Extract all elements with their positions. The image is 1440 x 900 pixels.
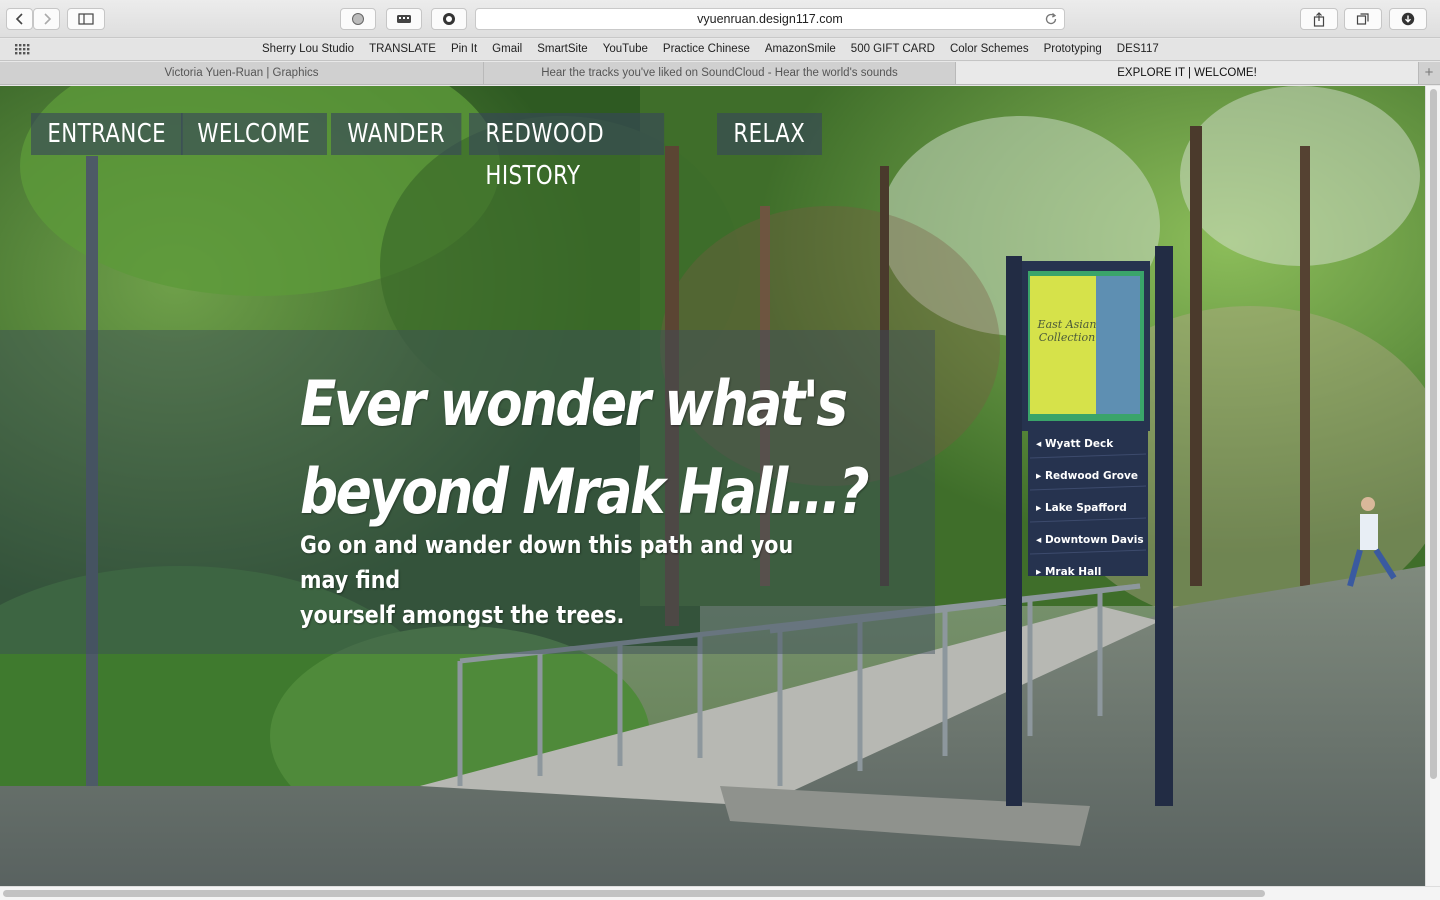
bookmark-translate[interactable]: TRANSLATE: [369, 43, 436, 55]
new-tab-button[interactable]: +: [1419, 62, 1439, 84]
hero-title-line1: Ever wonder what's: [300, 367, 848, 440]
downloads-button[interactable]: [1389, 8, 1427, 30]
tabs-overview-icon: [1356, 13, 1369, 25]
hero-title-line2: beyond Mrak Hall...?: [300, 455, 870, 528]
hero-title: Ever wonder what's beyond Mrak Hall...?: [300, 360, 902, 536]
sign-direction-downtown-davis: ◂ Downtown Davis: [1036, 534, 1144, 546]
bookmark-gmail[interactable]: Gmail: [492, 43, 522, 55]
chevron-right-icon: [43, 13, 51, 25]
bookmark-pin-it[interactable]: Pin It: [451, 43, 477, 55]
extension-button-3[interactable]: [431, 8, 467, 30]
bookmark-youtube[interactable]: YouTube: [603, 43, 648, 55]
keyboard-icon: [397, 15, 411, 23]
sign-direction-lake-spafford: ▸ Lake Spafford: [1036, 502, 1127, 514]
extension-button-2[interactable]: [386, 8, 422, 30]
sign-direction-redwood-grove: ▸ Redwood Grove: [1036, 470, 1138, 482]
sign-header: East Asian Collection: [1032, 318, 1102, 344]
bookmark-amazonsmile[interactable]: AmazonSmile: [765, 43, 836, 55]
extension-button-1[interactable]: [340, 8, 376, 30]
forward-button[interactable]: [33, 8, 60, 30]
horizontal-scrollbar[interactable]: [0, 886, 1440, 900]
chevron-left-icon: [15, 13, 23, 25]
share-icon: [1313, 11, 1325, 27]
share-button[interactable]: [1300, 8, 1338, 30]
tab-soundcloud[interactable]: Hear the tracks you've liked on SoundClo…: [484, 62, 956, 84]
nav-relax[interactable]: RELAX: [717, 113, 822, 155]
bookmark-500-gift-card[interactable]: 500 GIFT CARD: [851, 43, 935, 55]
top-sites-grid-icon[interactable]: [15, 44, 30, 55]
bookmark-prototyping[interactable]: Prototyping: [1044, 43, 1102, 55]
bookmark-smartsite[interactable]: SmartSite: [537, 43, 588, 55]
page-viewport: East Asian Collection ◂ Wyatt Deck ▸ Red…: [0, 86, 1425, 886]
sign-direction-wyatt-deck: ◂ Wyatt Deck: [1036, 438, 1114, 450]
bookmark-color-schemes[interactable]: Color Schemes: [950, 43, 1029, 55]
nav-entrance[interactable]: ENTRANCE: [31, 113, 183, 155]
browser-toolbar: vyuenruan.design117.com: [0, 0, 1440, 38]
bookmark-practice-chinese[interactable]: Practice Chinese: [663, 43, 750, 55]
sidebar-icon: [78, 13, 94, 25]
extension-icon: [352, 13, 364, 25]
site-nav: ENTRANCE WELCOME WANDER REDWOOD HISTORY …: [31, 113, 827, 191]
horizontal-scroll-thumb[interactable]: [3, 890, 1265, 897]
tab-explore-it[interactable]: EXPLORE IT | WELCOME!: [956, 62, 1419, 84]
sign-header-line2: Collection: [1038, 331, 1096, 344]
sign-directions: ◂ Wyatt Deck ▸ Redwood Grove ▸ Lake Spaf…: [1036, 438, 1146, 598]
bookmark-des117[interactable]: DES117: [1117, 43, 1159, 55]
ghost-extension-icon: [443, 13, 455, 25]
tabs-overview-button[interactable]: [1344, 8, 1382, 30]
sign-header-line1: East Asian: [1037, 318, 1097, 331]
nav-wander[interactable]: WANDER: [331, 113, 462, 155]
tab-bar: Victoria Yuen-Ruan | Graphics Hear the t…: [0, 62, 1440, 85]
back-button[interactable]: [6, 8, 33, 30]
sidebar-button[interactable]: [67, 8, 105, 30]
nav-welcome[interactable]: WELCOME: [181, 113, 327, 155]
address-bar[interactable]: vyuenruan.design117.com: [475, 8, 1065, 30]
download-icon: [1401, 12, 1415, 26]
hero-subtitle-line1: Go on and wander down this path and you …: [300, 531, 794, 594]
hero-subtitle: Go on and wander down this path and you …: [300, 528, 816, 633]
reload-icon[interactable]: [1044, 12, 1058, 26]
sign-direction-mrak-hall: ▸ Mrak Hall: [1036, 566, 1102, 578]
vertical-scrollbar[interactable]: [1425, 86, 1440, 886]
vertical-scroll-thumb[interactable]: [1430, 89, 1437, 779]
bookmark-sherry-lou-studio[interactable]: Sherry Lou Studio: [262, 43, 354, 55]
hero-subtitle-line2: yourself amongst the trees.: [300, 601, 625, 629]
nav-redwood-history[interactable]: REDWOOD HISTORY: [469, 113, 665, 191]
bookmarks-bar: Sherry Lou Studio TRANSLATE Pin It Gmail…: [0, 39, 1440, 61]
plus-icon: +: [1424, 64, 1434, 81]
hero-banner: Ever wonder what's beyond Mrak Hall...? …: [0, 330, 935, 654]
url-text: vyuenruan.design117.com: [697, 12, 843, 26]
tab-victoria-graphics[interactable]: Victoria Yuen-Ruan | Graphics: [0, 62, 484, 84]
